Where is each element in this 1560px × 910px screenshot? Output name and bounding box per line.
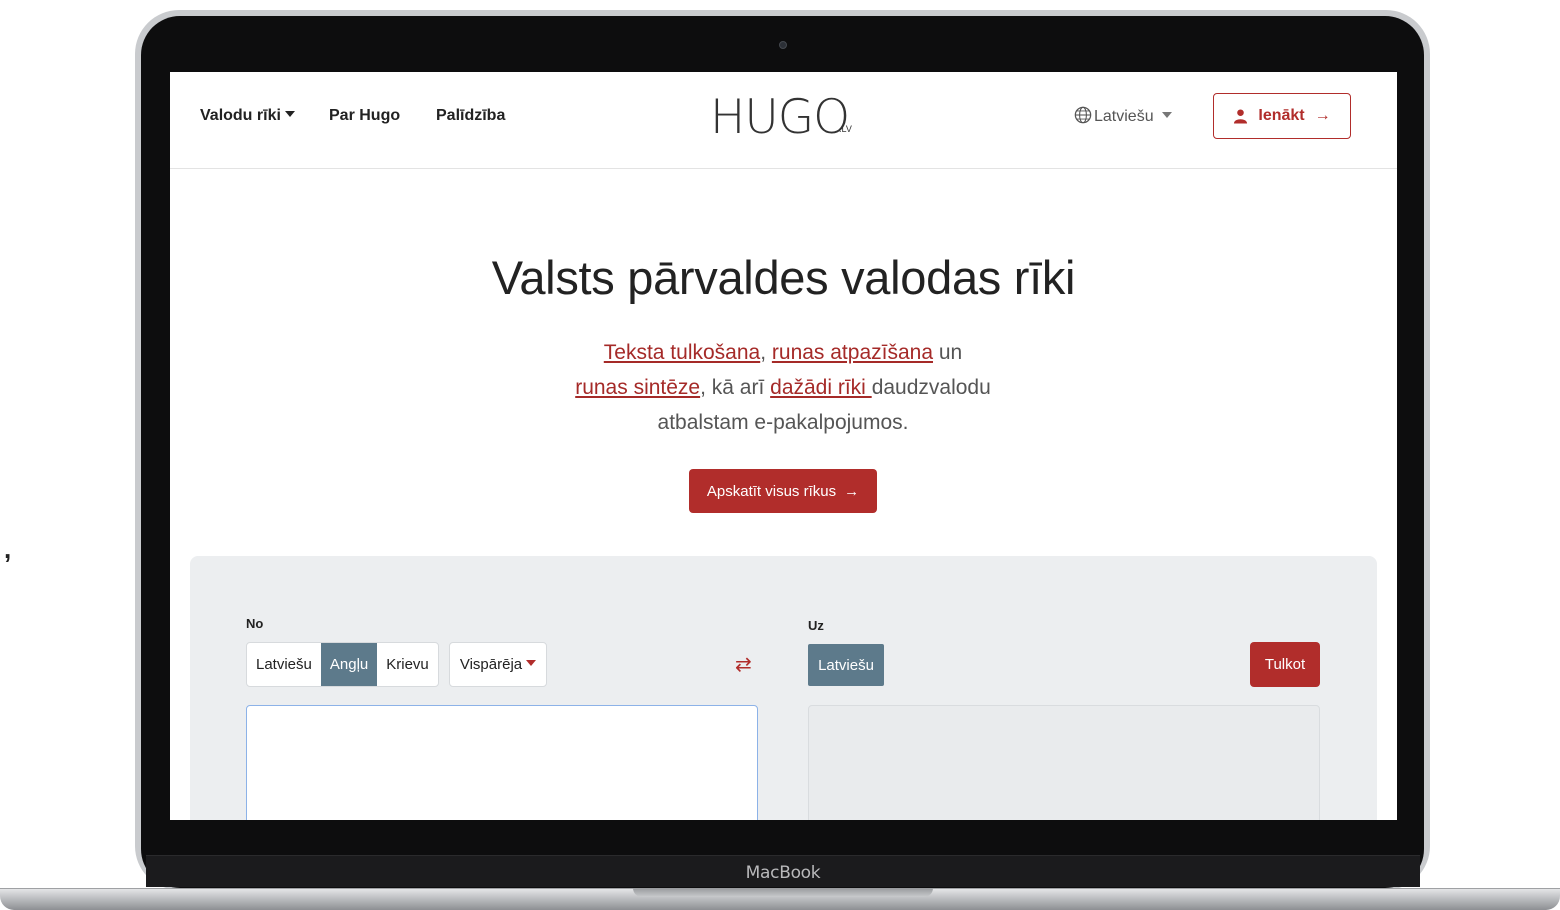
language-selector[interactable]: Latviešu — [1074, 106, 1172, 126]
to-label: Uz — [808, 618, 824, 633]
globe-icon — [1074, 106, 1092, 124]
hugo-logo[interactable]: HUGO — [710, 90, 850, 145]
nav-language-tools-label: Valodu rīki — [200, 107, 281, 124]
chevron-down-icon — [284, 110, 295, 117]
browser-viewport: Valodu rīki Par Hugo Palīdzība HUGO .LV … — [170, 72, 1397, 820]
hugo-logo-suffix: .LV — [839, 124, 852, 134]
text-translation-link[interactable]: Teksta tulkošana — [604, 341, 760, 364]
from-label: No — [246, 616, 264, 631]
nav-about-link[interactable]: Par Hugo — [329, 107, 400, 125]
chevron-down-icon — [526, 659, 537, 666]
arrow-right-icon: → — [844, 482, 860, 500]
target-lang-latvian[interactable]: Latviešu — [808, 644, 884, 686]
hero-text-connector: un — [933, 341, 963, 364]
source-language-group: Latviešu Angļu Krievu — [246, 642, 439, 687]
translation-output — [808, 705, 1320, 820]
chevron-down-icon — [1161, 111, 1172, 118]
page-title: Valsts pārvaldes valodas rīki — [491, 251, 1076, 304]
speech-recognition-link[interactable]: runas atpazīšana — [772, 341, 933, 364]
source-lang-latvian[interactable]: Latviešu — [247, 643, 321, 686]
arrow-right-icon: → — [1314, 107, 1331, 124]
translator-panel: No Uz Latviešu Angļu Krievu Vispārēja ⇄ … — [190, 556, 1377, 820]
various-tools-link[interactable]: dažādi rīki — [770, 376, 872, 399]
nav-help-link[interactable]: Palīdzība — [436, 107, 505, 125]
swap-languages-icon[interactable]: ⇄ — [735, 652, 755, 676]
domain-dropdown-label: Vispārēja — [459, 656, 523, 673]
source-lang-english[interactable]: Angļu — [320, 643, 378, 686]
login-button-label: Ienākt — [1258, 107, 1305, 124]
hero-text-separator: , — [760, 341, 772, 364]
hero-text-middle: , kā arī — [700, 376, 771, 399]
domain-dropdown[interactable]: Vispārēja — [449, 642, 547, 687]
speech-synthesis-link[interactable]: runas sintēze — [575, 376, 700, 399]
top-navbar: Valodu rīki Par Hugo Palīdzība HUGO .LV … — [170, 72, 1397, 169]
login-button[interactable]: Ienākt → — [1213, 93, 1351, 139]
view-all-tools-button[interactable]: Apskatīt visus rīkus → — [689, 469, 877, 513]
laptop-hinge-notch — [633, 888, 933, 897]
stray-mark: , — [4, 534, 12, 564]
hero-description: Teksta tulkošana, runas atpazīšana un ru… — [533, 335, 1033, 440]
camera-icon — [779, 41, 787, 49]
translate-button[interactable]: Tulkot — [1250, 642, 1320, 687]
nav-language-tools-menu[interactable]: Valodu rīki — [200, 107, 295, 125]
macbook-label: MacBook — [146, 855, 1420, 887]
language-selector-label: Latviešu — [1094, 108, 1154, 125]
user-icon — [1234, 109, 1248, 124]
source-text-input[interactable] — [246, 705, 758, 820]
screenshot: , Valodu rīki Par Hugo Palīdzība HUGO .L… — [0, 0, 1560, 910]
view-all-tools-label: Apskatīt visus rīkus — [706, 482, 837, 500]
source-lang-russian[interactable]: Krievu — [377, 643, 438, 686]
